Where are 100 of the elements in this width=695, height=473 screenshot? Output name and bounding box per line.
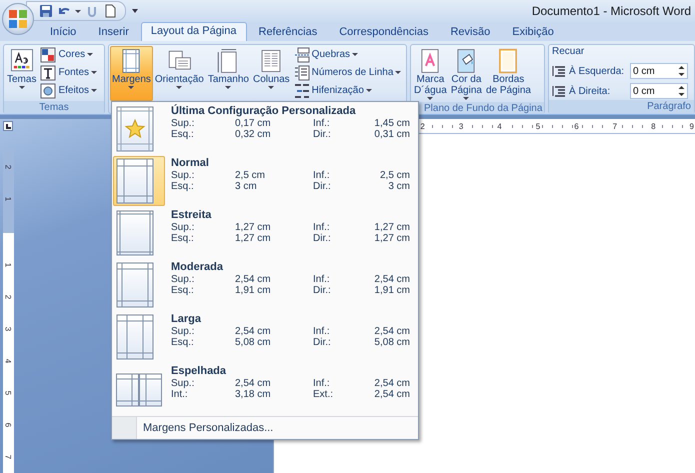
ribbon-button[interactable]: Quebras xyxy=(294,46,402,64)
field-label: À Direita: xyxy=(569,86,612,97)
preset-name[interactable]: Última Configuração Personalizada xyxy=(171,105,410,118)
color-swatch-icon xyxy=(40,46,56,63)
office-logo-icon xyxy=(7,8,29,30)
ribbon-button[interactable]: Orientação xyxy=(152,46,206,102)
ruler-number: 1 xyxy=(3,196,14,204)
ruler-number: 9 xyxy=(688,122,695,130)
margin-value: 3 cm xyxy=(387,181,410,192)
margin-label: Sup.: xyxy=(171,118,196,129)
ruler-number: 8 xyxy=(650,122,657,130)
ribbon-button[interactable]: Temas xyxy=(5,46,38,102)
customize-caret-icon[interactable] xyxy=(132,9,138,13)
caret-icon xyxy=(75,10,81,12)
margin-value: 2,54 cm xyxy=(374,326,410,337)
menu-item[interactable]: Margens Personalizadas... xyxy=(137,422,274,434)
ribbon-tab[interactable]: Correspondências xyxy=(329,23,438,42)
ribbon-button[interactable]: Margens xyxy=(110,46,153,102)
ruler-number: 2 xyxy=(3,164,14,172)
preset-name[interactable]: Espelhada xyxy=(171,365,410,378)
ruler-number: 1 xyxy=(3,262,14,270)
page-break-icon xyxy=(294,46,310,63)
preset-name[interactable]: Estreita xyxy=(171,209,410,222)
ruler-number: 4 xyxy=(496,122,503,130)
margin-value: 0,17 cm xyxy=(235,118,272,129)
margin-value: 2,5 cm xyxy=(380,170,410,181)
margin-value: 3 cm xyxy=(235,181,258,192)
margin-label: Sup.: xyxy=(171,274,196,285)
ribbon-button[interactable]: Cores xyxy=(40,46,98,64)
spin-field[interactable]: 0 cm xyxy=(630,83,688,100)
hyphenation-icon xyxy=(294,82,310,99)
ribbon-button[interactable]: Hifenização xyxy=(294,82,402,100)
preset-name[interactable]: Normal xyxy=(171,157,410,170)
margin-label: Inf.: xyxy=(313,118,331,129)
ruler-number: 5 xyxy=(534,122,542,130)
tab-selector-icon[interactable] xyxy=(3,121,13,131)
margin-label: Sup.: xyxy=(171,378,196,389)
margin-value: 1,27 cm xyxy=(374,222,410,233)
margin-label: Dir.: xyxy=(313,233,332,244)
margin-value: 1,91 cm xyxy=(374,285,410,296)
margin-label: Dir.: xyxy=(313,181,332,192)
preset-name[interactable]: Moderada xyxy=(171,261,410,274)
ribbon-tab[interactable]: Revisão xyxy=(440,23,500,42)
new-document-icon xyxy=(103,4,117,18)
spin-field[interactable]: 0 cm xyxy=(630,63,688,80)
ruler-number: 5 xyxy=(3,390,14,398)
ribbon-button[interactable]: Bordas de Página xyxy=(484,46,533,102)
margin-value: 1,27 cm xyxy=(235,222,272,233)
menu-item-highlight[interactable] xyxy=(113,156,165,206)
indent-left-icon xyxy=(552,65,566,78)
margin-value: 1,27 cm xyxy=(235,233,272,244)
ruler-number: 2 xyxy=(3,294,14,302)
margin-value: 5,08 cm xyxy=(235,337,272,348)
ribbon-button[interactable]: Cor da Página xyxy=(448,46,484,102)
ribbon-button[interactable]: Colunas xyxy=(250,46,292,102)
ruler-number: 3 xyxy=(458,122,464,130)
ruler-number: 7 xyxy=(612,122,618,130)
margin-value: 2,54 cm xyxy=(235,378,272,389)
margin-label: Sup.: xyxy=(171,222,196,233)
ruler-number: 7 xyxy=(3,454,14,462)
margin-value: 0,32 cm xyxy=(235,129,272,140)
ribbon-tab[interactable]: Início xyxy=(40,23,86,42)
ribbon-tab[interactable]: Referências xyxy=(248,23,328,42)
margin-label: Sup.: xyxy=(171,170,196,181)
margin-label: Esq.: xyxy=(171,285,195,296)
margin-label: Inf.: xyxy=(313,274,331,285)
ribbon-tab[interactable]: Inserir xyxy=(88,23,139,42)
ribbon-tab[interactable]: Exibição xyxy=(502,23,564,42)
margin-label: Inf.: xyxy=(313,222,331,233)
margin-value: 2,54 cm xyxy=(374,389,410,400)
margin-value: 2,54 cm xyxy=(235,274,272,285)
ribbon-button[interactable]: Fontes xyxy=(40,64,98,82)
ribbon-button[interactable]: Números de Linha xyxy=(294,64,402,82)
margin-label: Esq.: xyxy=(171,129,195,140)
margin-label: Inf.: xyxy=(313,326,331,337)
ribbon-button[interactable]: Tamanho xyxy=(206,46,251,102)
save-icon xyxy=(39,4,53,18)
ruler-number: 4 xyxy=(3,358,14,366)
font-icon xyxy=(40,64,56,81)
margin-value: 1,45 cm xyxy=(374,118,410,129)
margin-label: Esq.: xyxy=(171,233,195,244)
preset-name[interactable]: Larga xyxy=(171,313,410,326)
margin-value: 1,91 cm xyxy=(235,285,272,296)
margin-label: Esq.: xyxy=(171,181,195,192)
section-label: Recuar xyxy=(552,46,586,60)
margin-label: Esq.: xyxy=(171,337,195,348)
margin-label: Dir.: xyxy=(313,285,332,296)
ruler-number: 2 xyxy=(419,122,426,130)
margin-value: 2,5 cm xyxy=(235,170,266,181)
spinner-arrows-icon xyxy=(678,64,685,78)
ribbon-button[interactable]: Efeitos xyxy=(40,82,98,100)
ribbon-button[interactable]: Marca D´água xyxy=(412,46,449,102)
spinner-arrows-icon xyxy=(678,84,685,98)
ruler-number: 6 xyxy=(573,122,580,130)
margin-label: Inf.: xyxy=(313,170,331,181)
ribbon-tab[interactable]: Layout da Página xyxy=(140,22,246,42)
margin-value: 5,08 cm xyxy=(374,337,410,348)
indent-right-icon xyxy=(552,85,566,98)
margin-value: 2,54 cm xyxy=(374,274,410,285)
margin-label: Dir.: xyxy=(313,129,332,140)
